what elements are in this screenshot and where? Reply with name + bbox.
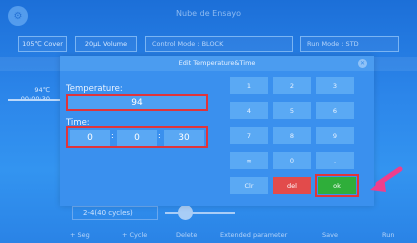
- key-6[interactable]: 6: [316, 102, 354, 119]
- slider-handle[interactable]: [178, 205, 193, 220]
- temperature-input[interactable]: 94: [66, 94, 208, 111]
- save-button[interactable]: Save: [322, 231, 338, 239]
- key-1[interactable]: 1: [230, 77, 268, 94]
- time-minutes-input[interactable]: 0: [117, 130, 157, 146]
- arrow-icon: [370, 166, 403, 192]
- key-decimal[interactable]: .: [316, 152, 354, 169]
- temperature-profile-line: [8, 99, 60, 101]
- volume-button[interactable]: 20μL Volume: [75, 36, 137, 52]
- cover-temp-button[interactable]: 105℃ Cover: [18, 36, 67, 52]
- ok-button[interactable]: ok: [315, 174, 359, 197]
- time-separator: :: [111, 131, 114, 140]
- time-seconds-input[interactable]: 30: [164, 130, 204, 146]
- add-cycle-button[interactable]: + Cycle: [122, 231, 147, 239]
- stage-info: 94℃ 00:00:30: [10, 86, 50, 104]
- key-3[interactable]: 3: [316, 77, 354, 94]
- key-infinity[interactable]: ∞: [230, 152, 268, 169]
- dialog-title: Edit Temperature&Time: [60, 56, 374, 71]
- key-9[interactable]: 9: [316, 127, 354, 144]
- key-2[interactable]: 2: [273, 77, 311, 94]
- control-mode-selector[interactable]: Control Mode : BLOCK: [145, 36, 293, 52]
- key-8[interactable]: 8: [273, 127, 311, 144]
- time-input-group: 0 : 0 : 30: [66, 126, 208, 148]
- cycles-indicator[interactable]: 2-4(40 cycles): [72, 206, 158, 220]
- app-title: Nube de Ensayo: [176, 9, 241, 18]
- time-hours-input[interactable]: 0: [70, 130, 110, 146]
- run-button[interactable]: Run: [382, 231, 394, 239]
- key-0[interactable]: 0: [273, 152, 311, 169]
- key-5[interactable]: 5: [273, 102, 311, 119]
- clear-button[interactable]: Clr: [230, 177, 268, 194]
- cycles-label: 2-4(40 cycles): [83, 209, 133, 217]
- close-icon[interactable]: ✕: [358, 59, 367, 68]
- temperature-label: Temperature:: [66, 84, 123, 94]
- add-seg-button[interactable]: + Seg: [70, 231, 90, 239]
- edit-temperature-time-dialog: Edit Temperature&Time ✕ Temperature: 94 …: [60, 56, 374, 206]
- bottom-action-bar: + Seg + Cycle Delete Extended parameter …: [0, 229, 417, 243]
- del-button[interactable]: del: [273, 177, 311, 194]
- extended-parameter-button[interactable]: Extended parameter: [220, 231, 287, 239]
- key-7[interactable]: 7: [230, 127, 268, 144]
- time-separator: :: [158, 131, 161, 140]
- run-mode-selector[interactable]: Run Mode : STD: [300, 36, 399, 52]
- stage-temp: 94℃: [34, 86, 50, 94]
- key-4[interactable]: 4: [230, 102, 268, 119]
- delete-button[interactable]: Delete: [176, 231, 197, 239]
- top-toolbar: 105℃ Cover 20μL Volume Control Mode : BL…: [18, 36, 399, 52]
- slider-track: [165, 212, 235, 214]
